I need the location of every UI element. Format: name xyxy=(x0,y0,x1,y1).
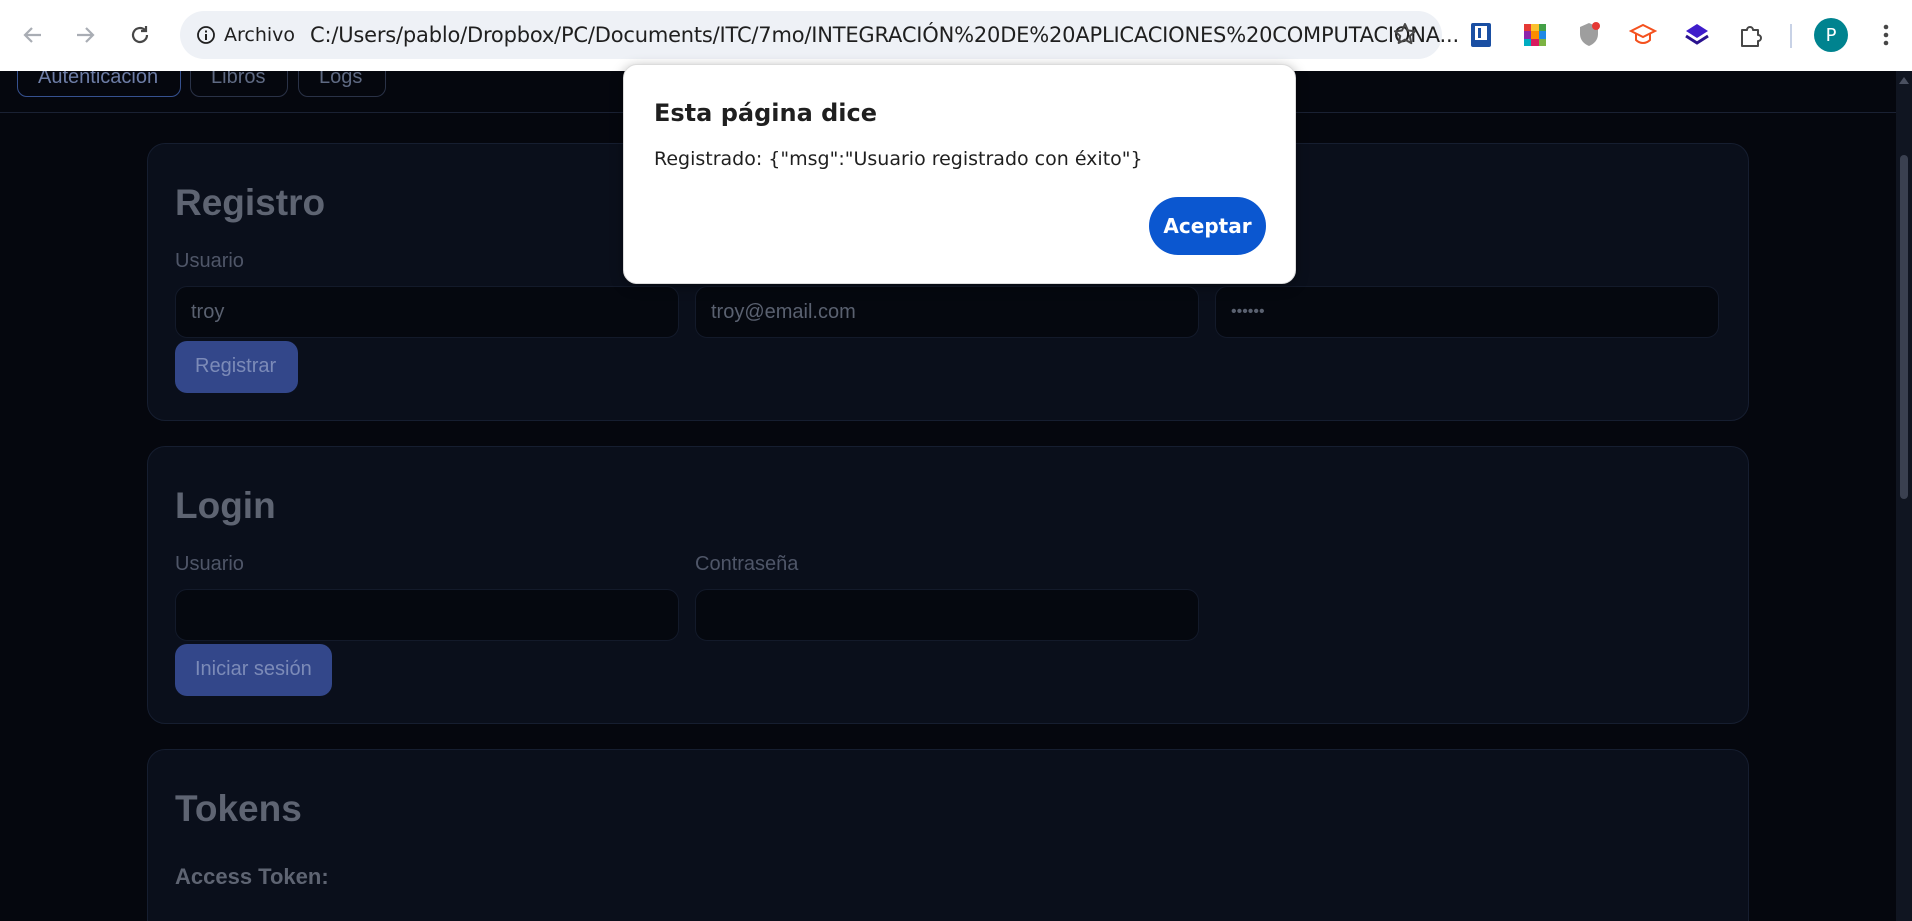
page-scrollbar[interactable] xyxy=(1896,71,1912,921)
toolbar-separator xyxy=(1790,24,1792,48)
extension-palette-icon[interactable] xyxy=(1517,17,1553,53)
login-usuario-label: Usuario xyxy=(175,553,244,575)
extension-book-icon[interactable] xyxy=(1463,17,1499,53)
registrar-button[interactable]: Registrar xyxy=(175,341,298,393)
scroll-up-arrow-icon[interactable] xyxy=(1899,77,1909,84)
extension-graduation-cap-icon[interactable] xyxy=(1625,17,1661,53)
dialog-message: Registrado: {"msg":"Usuario registrado c… xyxy=(654,148,1143,170)
extensions-puzzle-icon[interactable] xyxy=(1733,17,1769,53)
login-password-label: Contraseña xyxy=(695,553,799,575)
extension-shield-icon[interactable] xyxy=(1571,17,1607,53)
tab-autenticacion[interactable]: Autenticación xyxy=(17,71,181,97)
site-info-chip[interactable]: Archivo xyxy=(196,20,295,50)
profile-avatar[interactable]: P xyxy=(1814,18,1848,52)
registro-email-input[interactable]: troy@email.com xyxy=(695,286,1199,338)
back-arrow-icon xyxy=(23,27,41,43)
dialog-title: Esta página dice xyxy=(654,99,878,127)
login-title: Login xyxy=(175,485,276,526)
url-text: C:/Users/pablo/Dropbox/PC/Documents/ITC/… xyxy=(310,23,1459,47)
back-button[interactable] xyxy=(12,14,54,56)
aceptar-button[interactable]: Aceptar xyxy=(1149,197,1266,255)
site-info-label: Archivo xyxy=(224,24,296,46)
browser-toolbar: Archivo C:/Users/pablo/Dropbox/PC/Docume… xyxy=(0,0,1912,71)
login-usuario-input[interactable] xyxy=(175,589,679,641)
registro-usuario-input[interactable]: troy xyxy=(175,286,679,338)
forward-button[interactable] xyxy=(64,14,106,56)
info-icon xyxy=(197,26,215,44)
address-bar[interactable]: Archivo C:/Users/pablo/Dropbox/PC/Docume… xyxy=(180,11,1459,59)
registro-password-input[interactable]: •••••• xyxy=(1215,286,1719,338)
registro-usuario-label: Usuario xyxy=(175,250,244,272)
tokens-card: Tokens Access Token: xyxy=(147,749,1749,921)
alert-dialog: Esta página dice Registrado: {"msg":"Usu… xyxy=(623,64,1296,284)
forward-arrow-icon xyxy=(77,27,95,43)
reload-button[interactable] xyxy=(119,14,161,56)
scroll-thumb[interactable] xyxy=(1900,155,1908,499)
star-icon xyxy=(1394,23,1416,45)
iniciar-sesion-button[interactable]: Iniciar sesión xyxy=(175,644,332,696)
tokens-title: Tokens xyxy=(175,788,302,829)
login-password-input[interactable] xyxy=(695,589,1199,641)
access-token-label: Access Token: xyxy=(175,864,329,889)
bookmark-star-button[interactable] xyxy=(1392,21,1418,52)
reload-icon xyxy=(131,26,149,44)
extension-layers-icon[interactable] xyxy=(1679,17,1715,53)
registro-title: Registro xyxy=(175,182,326,223)
more-menu-icon[interactable] xyxy=(1868,17,1904,53)
tab-libros[interactable]: Libros xyxy=(190,71,288,97)
tab-logs[interactable]: Logs xyxy=(298,71,386,97)
login-card: Login Usuario Contraseña Iniciar sesión xyxy=(147,446,1749,724)
